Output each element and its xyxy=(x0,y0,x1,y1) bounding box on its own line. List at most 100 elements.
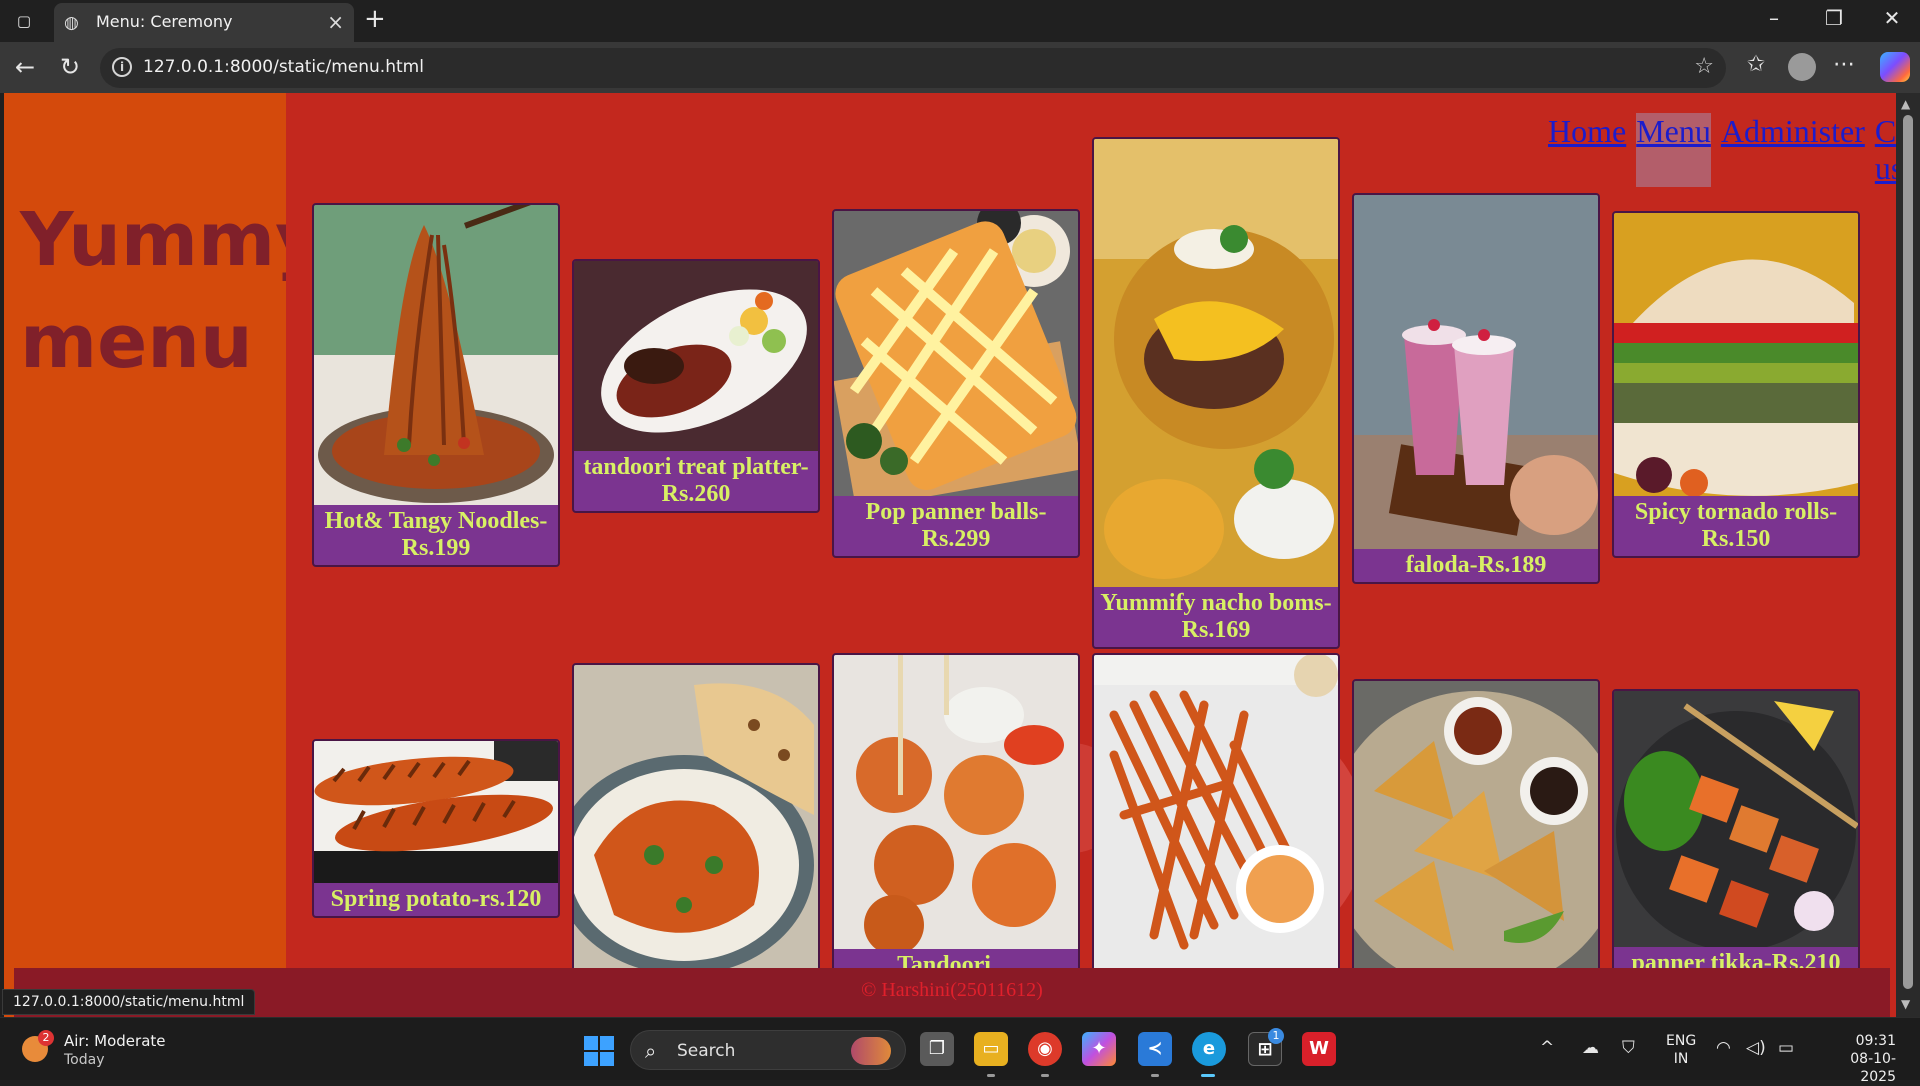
panner-balls-photo xyxy=(834,211,1078,496)
main-panel: Hot& Tangy Noodles-Rs.199 tandoori treat… xyxy=(286,103,1896,1017)
search-label: Search xyxy=(677,1041,736,1061)
menu-card[interactable]: Hot& Tangy Noodles-Rs.199 xyxy=(312,203,560,567)
active-indicator xyxy=(1201,1074,1215,1077)
weather-title: Air: Moderate xyxy=(64,1032,166,1050)
tab-actions-icon[interactable]: ▢ xyxy=(12,10,36,32)
brand-heading: Yummy menu xyxy=(20,197,324,385)
search-icon: ⌕ xyxy=(645,1039,657,1063)
faloda-photo xyxy=(1354,195,1598,549)
copyright-text: © Harshini(25011612) xyxy=(861,979,1043,1001)
sweet-potato-fries-photo xyxy=(1094,655,1338,971)
weather-badge: 2 xyxy=(38,1030,54,1046)
menu-card[interactable] xyxy=(1092,653,1340,973)
menu-card[interactable]: panner tikka-Rs.210 xyxy=(1612,689,1860,973)
panner-tikka-photo xyxy=(1614,691,1858,947)
curry-naan-photo xyxy=(574,665,818,971)
menu-card[interactable]: Spring potato-rs.120 xyxy=(312,739,560,918)
page-viewport: Yummy menu Hot& Tangy Noodles-Rs.199 tan… xyxy=(4,93,1896,1017)
tab-strip: ▢ ◍ Menu: Ceremony × + – ❐ ✕ xyxy=(0,0,1920,42)
running-indicator xyxy=(987,1074,995,1077)
onedrive-icon[interactable]: ☁ xyxy=(1582,1038,1599,1058)
card-caption: Hot& Tangy Noodles-Rs.199 xyxy=(324,508,548,561)
url-text[interactable]: 127.0.0.1:8000/static/menu.html xyxy=(143,57,424,77)
task-view-icon[interactable]: ❐ xyxy=(920,1032,954,1066)
new-tab-icon[interactable]: + xyxy=(364,4,386,34)
weather-subtitle: Today xyxy=(64,1052,105,1068)
active-tab[interactable]: ◍ Menu: Ceremony × xyxy=(54,3,354,42)
scroll-up-icon[interactable]: ▲ xyxy=(1901,97,1910,111)
nacho-boms-photo xyxy=(1094,139,1338,587)
samosa-photo xyxy=(1354,681,1598,971)
scrollbar-thumb[interactable] xyxy=(1903,115,1913,989)
favorite-star-icon[interactable]: ☆ xyxy=(1694,54,1714,79)
restore-icon[interactable]: ❐ xyxy=(1814,6,1854,30)
wifi-icon[interactable]: ◠ xyxy=(1716,1038,1731,1058)
menu-card[interactable] xyxy=(1352,679,1600,973)
security-icon[interactable]: ⛉ xyxy=(1622,1038,1635,1058)
top-navigation: Home Menu Administer Contact-us xyxy=(1548,113,1896,187)
burger-roll-photo xyxy=(1614,213,1858,496)
menu-card[interactable]: Pop panner balls-Rs.299 xyxy=(832,209,1080,558)
card-caption: Yummify nacho boms-Rs.169 xyxy=(1100,590,1332,643)
menu-card[interactable] xyxy=(572,663,820,973)
file-explorer-icon[interactable]: ▭ xyxy=(974,1032,1008,1066)
language-indicator[interactable]: ENG IN xyxy=(1666,1032,1696,1068)
spring-potato-photo xyxy=(314,741,558,883)
tandoori-momos-photo xyxy=(834,655,1078,949)
store-badge: 1 xyxy=(1268,1028,1284,1044)
card-caption: faloda-Rs.189 xyxy=(1405,552,1547,578)
volume-icon[interactable]: ◁) xyxy=(1746,1038,1766,1058)
running-indicator xyxy=(1151,1074,1159,1077)
profile-avatar[interactable] xyxy=(1788,53,1816,81)
page-footer: © Harshini(25011612) xyxy=(14,968,1890,1017)
card-caption: Pop panner balls-Rs.299 xyxy=(865,499,1047,552)
site-info-icon[interactable]: i xyxy=(112,57,132,77)
menu-card[interactable]: Tandoori ... xyxy=(832,653,1080,973)
office-icon[interactable]: W xyxy=(1302,1032,1336,1066)
taskbar: 2 Air: Moderate Today ⌕ Search ❐ ▭ ◉ ✦ ≺… xyxy=(0,1017,1920,1085)
link-status-bubble: 127.0.0.1:8000/static/menu.html xyxy=(2,989,256,1015)
menu-card[interactable]: faloda-Rs.189 xyxy=(1352,193,1600,584)
running-indicator xyxy=(1041,1074,1049,1077)
card-caption: tandoori treat platter-Rs.260 xyxy=(583,454,809,507)
edge-icon[interactable]: e xyxy=(1192,1032,1226,1066)
reload-icon[interactable]: ↻ xyxy=(55,53,85,81)
chrome-icon[interactable]: ◉ xyxy=(1028,1032,1062,1066)
region-code: IN xyxy=(1673,1051,1689,1067)
language-code: ENG xyxy=(1666,1033,1697,1049)
close-window-icon[interactable]: ✕ xyxy=(1872,6,1912,30)
menu-card[interactable]: Spicy tornado rolls-Rs.150 xyxy=(1612,211,1860,558)
show-hidden-icons[interactable]: ^ xyxy=(1540,1038,1554,1058)
favorites-icon[interactable]: ✩ xyxy=(1740,52,1772,77)
card-caption: Spring potato-rs.120 xyxy=(330,886,542,912)
battery-icon[interactable]: ▭ xyxy=(1778,1038,1794,1058)
copilot-app-icon[interactable]: ✦ xyxy=(1082,1032,1116,1066)
scroll-down-icon[interactable]: ▼ xyxy=(1901,997,1910,1011)
clock-time: 09:31 xyxy=(1855,1033,1896,1049)
address-bar[interactable]: i 127.0.0.1:8000/static/menu.html ☆ xyxy=(100,48,1726,88)
copilot-icon[interactable] xyxy=(1880,52,1910,82)
windows-start-icon[interactable] xyxy=(584,1036,614,1066)
nav-link-home[interactable]: Home xyxy=(1548,113,1626,187)
sidebar: Yummy menu xyxy=(4,93,323,1017)
more-menu-icon[interactable]: ⋯ xyxy=(1828,52,1860,77)
nav-link-menu[interactable]: Menu xyxy=(1636,113,1711,187)
back-icon[interactable]: ← xyxy=(10,53,40,81)
close-tab-icon[interactable]: × xyxy=(327,10,344,34)
tandoori-platter-photo xyxy=(574,261,818,451)
noodles-photo xyxy=(314,205,558,505)
vscode-icon[interactable]: ≺ xyxy=(1138,1032,1172,1066)
tab-title: Menu: Ceremony xyxy=(96,12,233,31)
address-bar-row: ← ↻ i 127.0.0.1:8000/static/menu.html ☆ … xyxy=(0,42,1920,93)
taskbar-search[interactable]: ⌕ Search xyxy=(630,1030,906,1070)
system-clock[interactable]: 09:31 08-10-2025 xyxy=(1818,1032,1896,1086)
minimize-icon[interactable]: – xyxy=(1754,6,1794,30)
menu-card[interactable]: tandoori treat platter-Rs.260 xyxy=(572,259,820,513)
clock-date: 08-10-2025 xyxy=(1850,1051,1896,1085)
nav-link-administer[interactable]: Administer xyxy=(1721,113,1865,187)
nav-link-contact-us[interactable]: Contact-us xyxy=(1875,113,1896,187)
menu-card[interactable]: Yummify nacho boms-Rs.169 xyxy=(1092,137,1340,649)
globe-icon: ◍ xyxy=(64,13,79,33)
card-caption: Spicy tornado rolls-Rs.150 xyxy=(1634,499,1838,552)
page-scrollbar[interactable]: ▲ ▼ xyxy=(1896,93,1920,1017)
